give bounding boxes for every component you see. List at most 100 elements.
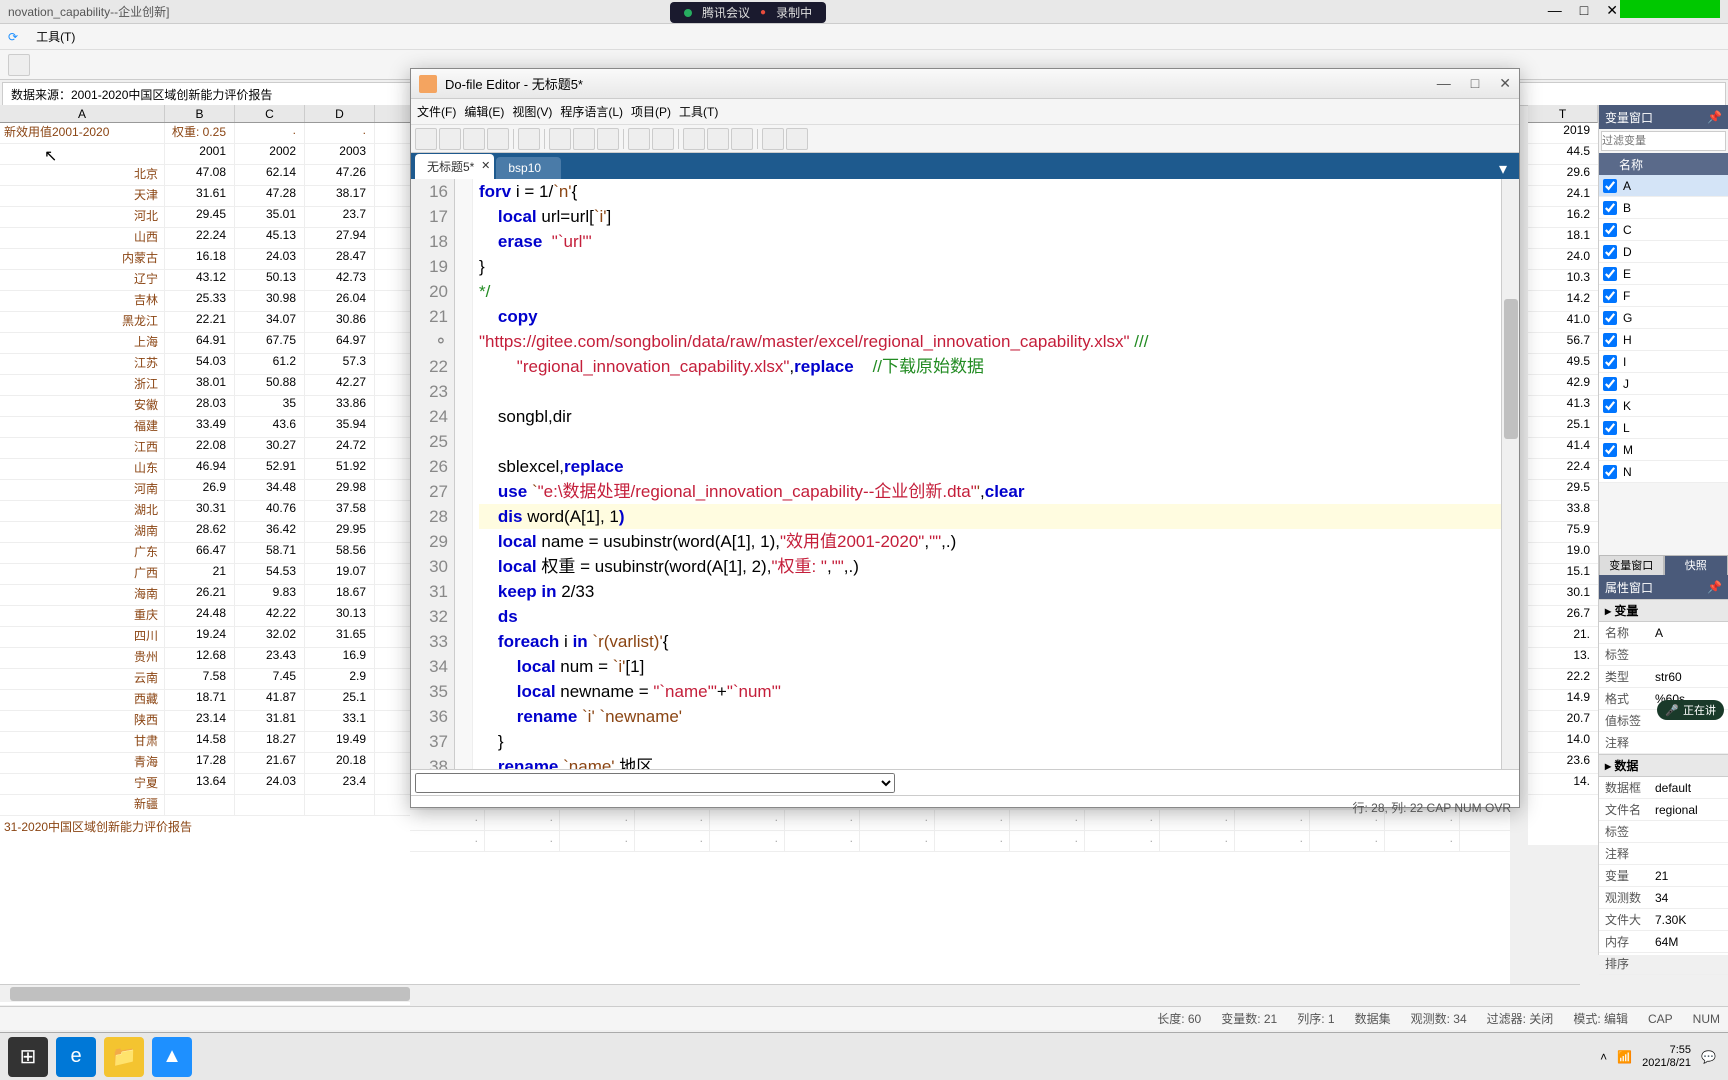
province-cell[interactable]: 山东 [0,459,165,479]
table-row[interactable]: 贵州 12.68 23.43 16.9 [0,648,410,669]
value-cell[interactable]: 75.9 [1528,522,1598,543]
province-cell[interactable]: 贵州 [0,648,165,668]
variable-row[interactable]: I [1599,351,1728,373]
value-cell[interactable]: 31.81 [235,711,305,731]
variable-row[interactable]: B [1599,197,1728,219]
bookmark-prev-button[interactable] [731,128,753,150]
code-editor[interactable]: 161718192021⚬222324252627282930313233343… [411,179,1519,769]
menu-tools[interactable]: 工具(T) [36,28,75,45]
property-row[interactable]: 数据框default [1599,777,1728,799]
tray-chevron-icon[interactable]: ˄ [1600,1050,1607,1064]
value-cell[interactable]: 58.56 [305,543,375,563]
variable-checkbox[interactable] [1603,179,1617,193]
tab-dropdown-icon[interactable]: ▾ [1491,159,1515,179]
property-row[interactable]: 内存64M [1599,931,1728,953]
vertical-scrollbar[interactable] [1501,179,1519,769]
value-cell[interactable] [165,795,235,815]
main-quick-icon[interactable]: ⟳ [8,30,18,44]
dofile-minimize-button[interactable]: — [1437,75,1451,92]
province-cell[interactable]: 新疆 [0,795,165,815]
code-line[interactable]: forv i = 1/`n'{ [479,179,1519,204]
scrollbar-thumb[interactable] [10,987,410,1001]
variable-checkbox[interactable] [1603,399,1617,413]
code-line[interactable]: foreach i in `r(varlist)'{ [479,629,1519,654]
table-row[interactable]: 河南 26.9 34.48 29.98 [0,480,410,501]
value-cell[interactable]: 16.18 [165,249,235,269]
bookmark-next-button[interactable] [707,128,729,150]
code-line[interactable]: } [479,729,1519,754]
table-row[interactable]: 湖南 28.62 36.42 29.95 [0,522,410,543]
variables-panel-header[interactable]: 变量窗口 📌 [1599,105,1728,129]
toolbar-icon[interactable] [8,54,30,76]
table-row[interactable]: 宁夏 13.64 24.03 23.4 [0,774,410,795]
table-row[interactable]: 吉林 25.33 30.98 26.04 [0,291,410,312]
code-line[interactable]: "https://gitee.com/songbolin/data/raw/ma… [479,329,1519,354]
value-cell[interactable]: 29.45 [165,207,235,227]
value-cell[interactable]: 35 [235,396,305,416]
value-cell[interactable]: 36.42 [235,522,305,542]
value-cell[interactable]: 47.08 [165,165,235,185]
province-cell[interactable]: 江西 [0,438,165,458]
value-cell[interactable]: 19.24 [165,627,235,647]
dofile-maximize-button[interactable]: □ [1471,75,1479,92]
col-header-t[interactable]: T [1528,105,1598,123]
variable-column-header[interactable]: 名称 [1599,153,1728,175]
province-cell[interactable]: 浙江 [0,375,165,395]
variable-checkbox[interactable] [1603,311,1617,325]
value-cell[interactable]: 42.22 [235,606,305,626]
value-cell[interactable]: 22.21 [165,312,235,332]
value-cell[interactable]: 35.94 [305,417,375,437]
value-cell[interactable]: 7.45 [235,669,305,689]
table-row[interactable]: 山西 22.24 45.13 27.94 [0,228,410,249]
save-button[interactable] [463,128,485,150]
undo-button[interactable] [628,128,650,150]
property-row[interactable]: 观测数34 [1599,887,1728,909]
header-cell[interactable]: 新效用值2001-2020 [0,123,165,143]
code-line[interactable] [479,429,1519,454]
value-cell[interactable]: 41.0 [1528,312,1598,333]
value-cell[interactable]: 34.07 [235,312,305,332]
scrollbar-thumb[interactable] [1504,299,1518,439]
code-line[interactable]: local 权重 = usubinstr(word(A[1], 2),"权重: … [479,554,1519,579]
property-row[interactable]: 文件大7.30K [1599,909,1728,931]
value-cell[interactable]: 18.67 [305,585,375,605]
year-row[interactable]: 2001 2002 2003 [0,144,410,165]
code-line[interactable]: "regional_innovation_capability.xlsx",re… [479,354,1519,379]
property-row[interactable]: 变量21 [1599,865,1728,887]
property-value[interactable]: default [1655,781,1722,795]
menu-edit[interactable]: 编辑(E) [464,103,504,120]
value-cell[interactable]: 41.4 [1528,438,1598,459]
variable-row[interactable]: M [1599,439,1728,461]
col-header-d[interactable]: D [305,105,375,122]
province-cell[interactable]: 西藏 [0,690,165,710]
spreadsheet[interactable]: A B C D 新效用值2001-2020 权重: 0.25 . . 2001 … [0,105,410,1005]
province-cell[interactable]: 湖北 [0,501,165,521]
province-cell[interactable]: 陕西 [0,711,165,731]
new-button[interactable] [415,128,437,150]
value-cell[interactable]: 29.95 [305,522,375,542]
table-row[interactable]: 陕西 23.14 31.81 33.1 [0,711,410,732]
value-cell[interactable]: 33.8 [1528,501,1598,522]
value-cell[interactable]: 22.24 [165,228,235,248]
value-cell[interactable]: 58.71 [235,543,305,563]
variable-row[interactable]: H [1599,329,1728,351]
value-cell[interactable]: 41.87 [235,690,305,710]
value-cell[interactable]: 9.83 [235,585,305,605]
value-cell[interactable]: 12.68 [165,648,235,668]
variable-row[interactable]: D [1599,241,1728,263]
tab-bsp10[interactable]: bsp10 [496,157,561,179]
province-cell[interactable]: 云南 [0,669,165,689]
col-header-c[interactable]: C [235,105,305,122]
value-cell[interactable]: 23.6 [1528,753,1598,774]
value-cell[interactable]: 31.65 [305,627,375,647]
code-line[interactable]: rename `i' `newname' [479,704,1519,729]
value-cell[interactable]: 67.75 [235,333,305,353]
value-cell[interactable]: 35.01 [235,207,305,227]
menu-project[interactable]: 项目(P) [631,103,671,120]
value-cell[interactable]: 13. [1528,648,1598,669]
value-cell[interactable]: 61.2 [235,354,305,374]
variable-checkbox[interactable] [1603,355,1617,369]
province-cell[interactable]: 福建 [0,417,165,437]
copy-button[interactable] [573,128,595,150]
value-cell[interactable]: 54.03 [165,354,235,374]
